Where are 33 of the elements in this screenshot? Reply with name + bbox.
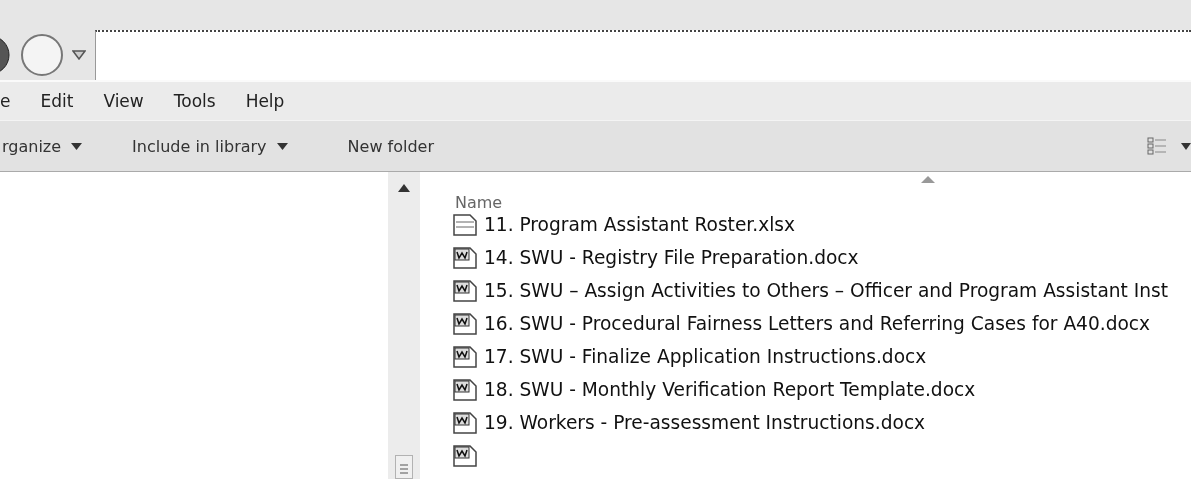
toolbar-button[interactable]: rganize bbox=[2, 136, 83, 156]
scrollbar[interactable] bbox=[388, 172, 420, 479]
file-name[interactable]: 18. SWU - Monthly Verification Report Template.docx bbox=[484, 379, 976, 400]
file-name[interactable]: 14. SWU - Registry File Preparation.docx bbox=[484, 247, 859, 268]
word-document-icon bbox=[452, 443, 478, 468]
caret-icon[interactable] bbox=[1181, 142, 1191, 150]
history-dropdown-icon[interactable] bbox=[72, 50, 86, 60]
scroll-up-icon[interactable] bbox=[398, 184, 410, 192]
menu-item[interactable]: Edit bbox=[40, 91, 74, 111]
column-header[interactable]: Name bbox=[455, 193, 503, 212]
menu-item[interactable]: View bbox=[103, 91, 144, 111]
menu-item[interactable]: Help bbox=[245, 91, 285, 111]
toolbar-button[interactable]: New folder bbox=[347, 136, 434, 156]
word-document-icon bbox=[452, 410, 478, 435]
menu-item[interactable]: Tools bbox=[173, 91, 216, 111]
word-document-icon bbox=[452, 377, 478, 402]
address-field[interactable] bbox=[95, 30, 1191, 80]
forward-button[interactable] bbox=[20, 33, 64, 77]
file-name[interactable]: 19. Workers - Pre-assessment Instructions.docx bbox=[484, 412, 926, 433]
scroll-thumb-grip-icon[interactable] bbox=[395, 455, 413, 479]
file-name[interactable]: 11. Program Assistant Roster.xlsx bbox=[484, 214, 796, 235]
toolbar-button[interactable]: Include in library bbox=[132, 136, 288, 156]
back-button[interactable] bbox=[0, 35, 12, 75]
word-document-icon bbox=[452, 344, 478, 369]
file-name[interactable]: 17. SWU - Finalize Application Instructions.docx bbox=[484, 346, 927, 367]
menu-item[interactable]: e bbox=[0, 91, 11, 111]
file-name[interactable]: 15. SWU – Assign Activities to Others – Officer and Program Assistant Inst bbox=[484, 280, 1168, 301]
word-document-icon bbox=[452, 278, 478, 303]
word-document-icon bbox=[452, 245, 478, 270]
word-document-icon bbox=[452, 311, 478, 336]
spreadsheet-icon bbox=[452, 214, 478, 237]
view-options-icon[interactable] bbox=[1147, 137, 1167, 155]
file-name[interactable]: 16. SWU - Procedural Fairness Letters and Referring Cases for A40.docx bbox=[484, 313, 1151, 334]
